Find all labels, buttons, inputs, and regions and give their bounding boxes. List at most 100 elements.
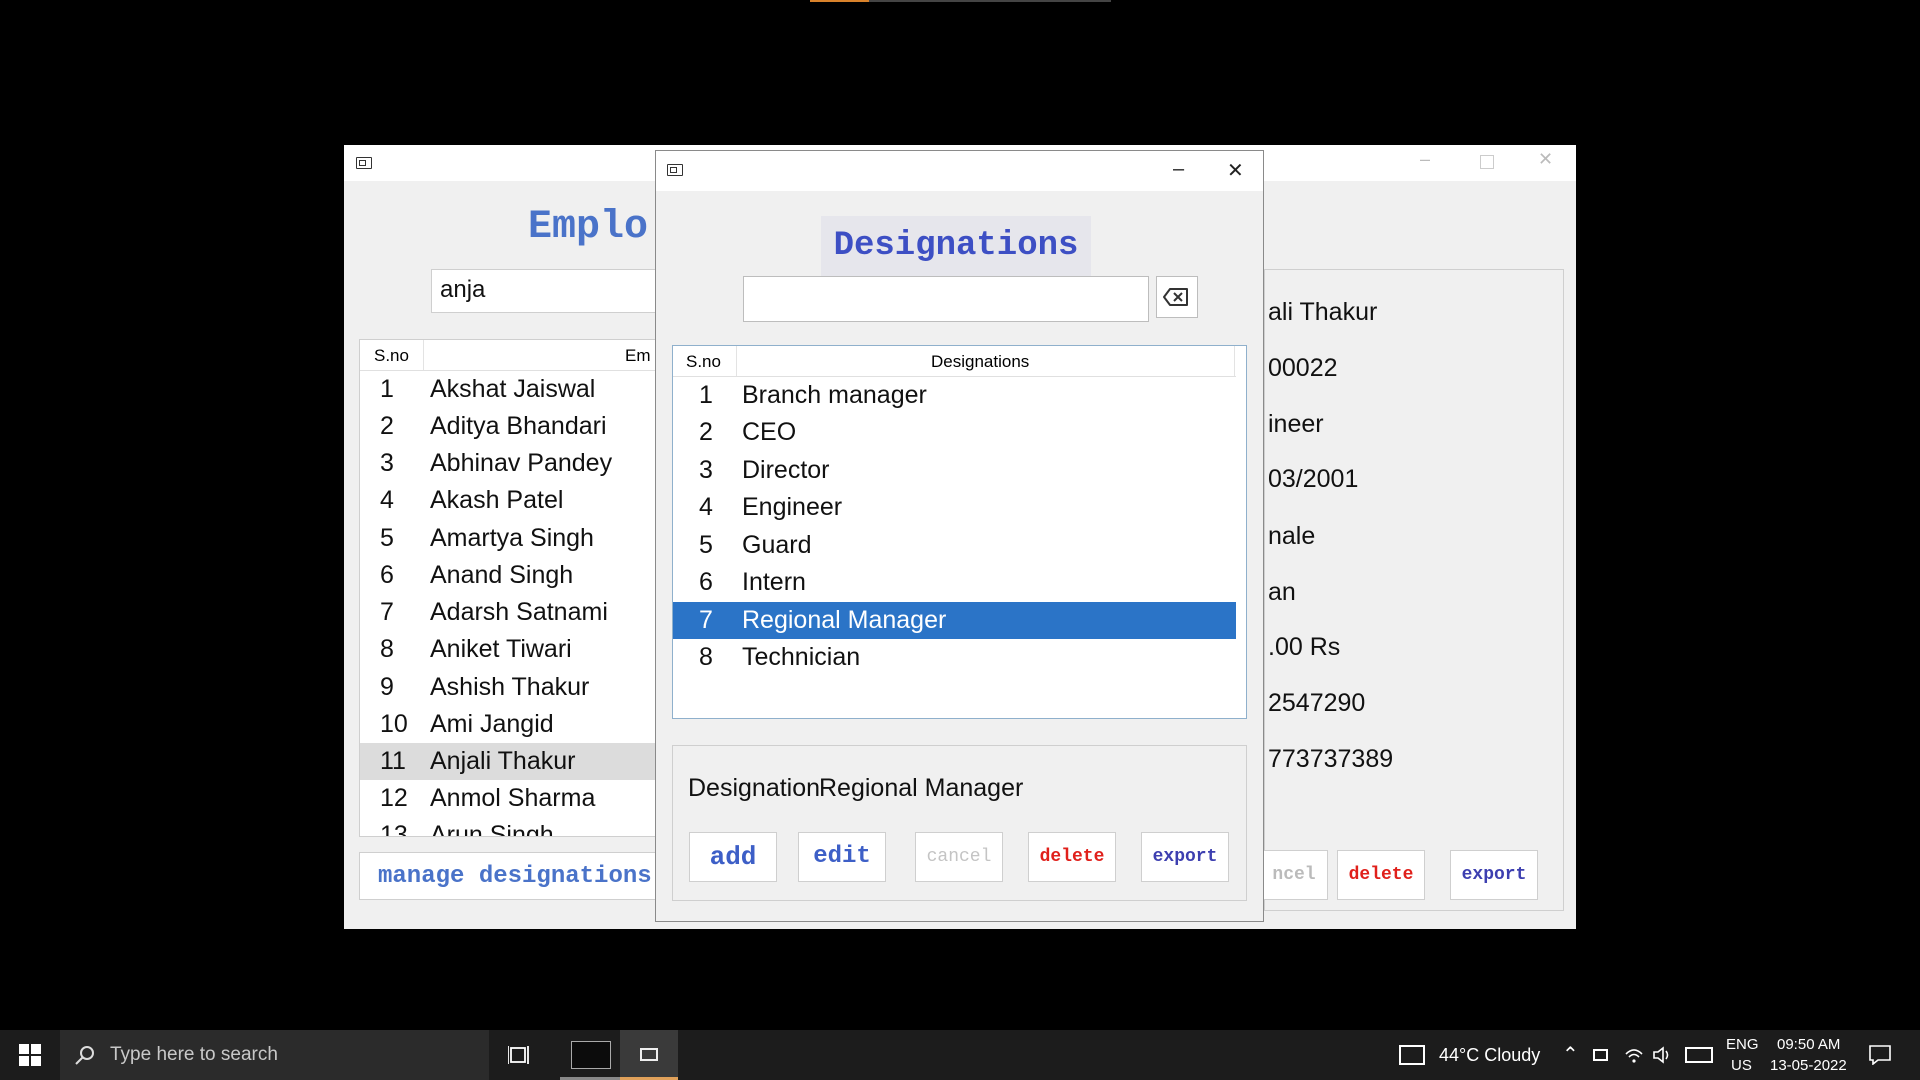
volume-icon[interactable] [1652,1046,1674,1064]
list-item[interactable]: 8 Technician [673,639,1236,676]
row-sno: 9 [380,673,394,701]
language-top[interactable]: ENG [1726,1036,1759,1053]
wifi-icon[interactable] [1624,1046,1644,1064]
table-row[interactable]: 9 Ashish Thakur [360,669,680,706]
list-item[interactable]: 5 Guard [673,527,1236,564]
task-view-icon[interactable] [508,1044,532,1066]
minimize-icon[interactable]: – [1420,149,1430,170]
keyboard-icon[interactable] [1685,1047,1713,1063]
table-row[interactable]: 1 Akshat Jaiswal [360,371,680,408]
notifications-icon[interactable] [1869,1045,1891,1065]
row-name: Adarsh Satnami [430,598,608,626]
close-icon[interactable]: ✕ [1227,158,1244,183]
list-item-selected[interactable]: 7 Regional Manager [673,602,1236,639]
clock-time[interactable]: 09:50 AM [1777,1036,1840,1053]
taskbar-search-box[interactable]: Type here to search [60,1030,489,1080]
edit-button[interactable]: edit [798,832,886,882]
add-button[interactable]: add [689,832,777,882]
language-bottom[interactable]: US [1731,1057,1752,1074]
column-header-designations[interactable]: Designations [931,352,1029,372]
clock-date[interactable]: 13-05-2022 [1770,1057,1847,1074]
row-sno: 11 [380,747,406,775]
delete-button-bg[interactable]: delete [1337,850,1425,900]
designations-dialog: – ✕ Designations S.no Designations 1 Bran… [655,150,1264,922]
row-name: Akash Patel [430,486,564,514]
designation-value: Regional Manager [819,774,1024,802]
maximize-icon[interactable] [1480,155,1494,169]
cancel-button-bg[interactable]: ncel [1260,850,1328,900]
row-name: Anjali Thakur [430,747,576,775]
cancel-button[interactable]: cancel [915,832,1003,882]
row-name: Abhinav Pandey [430,449,613,477]
table-row-selected[interactable]: 11 Anjali Thakur [360,743,680,780]
backspace-clear-icon [1163,288,1188,306]
table-row[interactable]: 8 Aniket Tiwari [360,631,680,668]
taskbar-app-employee[interactable] [620,1030,678,1080]
designation-search-input[interactable] [743,276,1149,322]
column-header-sno[interactable]: S.no [686,352,721,372]
table-row[interactable]: 6 Anand Singh [360,557,680,594]
row-sno: 3 [699,456,713,484]
column-divider [1234,346,1235,376]
taskbar: Type here to search 44°C Cloudy ⌃ ENG US… [0,1030,1920,1080]
table-row[interactable]: 10 Ami Jangid [360,706,680,743]
detail-employee-id: 00022 [1268,354,1338,382]
designations-table[interactable]: S.no Designations 1 Branch manager 2 CEO 3… [672,345,1247,719]
clear-search-button[interactable] [1156,276,1198,318]
taskbar-app-terminal[interactable] [560,1030,620,1080]
table-row[interactable]: 12 Anmol Sharma [360,780,680,817]
app-icon [356,157,372,169]
search-icon [75,1046,94,1065]
start-button[interactable] [0,1030,60,1080]
detail-dob: 03/2001 [1268,465,1359,493]
terminal-icon [571,1041,611,1069]
weather-icon[interactable] [1399,1045,1425,1065]
weather-text[interactable]: 44°C Cloudy [1439,1045,1540,1066]
row-sno: 7 [380,598,394,626]
table-row[interactable]: 7 Adarsh Satnami [360,594,680,631]
minimize-icon[interactable]: – [1173,158,1184,181]
column-header-sno[interactable]: S.no [374,346,409,366]
row-sno: 6 [699,568,713,596]
row-sno: 2 [699,418,713,446]
row-name: Branch manager [742,381,927,409]
column-header-employee[interactable]: Em [625,346,651,366]
table-row[interactable]: 5 Amartya Singh [360,520,680,557]
row-sno: 5 [380,524,394,552]
row-sno: 1 [699,381,713,409]
list-item[interactable]: 6 Intern [673,564,1236,601]
export-button[interactable]: export [1141,832,1229,882]
manage-designations-button[interactable]: manage designations [359,852,679,900]
table-row[interactable]: 4 Akash Patel [360,482,680,519]
top-accent-bar [810,0,869,2]
table-row[interactable]: 3 Abhinav Pandey [360,445,680,482]
chevron-up-icon[interactable]: ⌃ [1562,1042,1579,1067]
row-sno: 8 [699,643,713,671]
row-sno: 1 [380,375,394,403]
table-row[interactable]: 2 Aditya Bhandari [360,408,680,445]
row-sno: 6 [380,561,394,589]
employee-search-input[interactable]: anja [431,269,691,313]
detail-name: ali Thakur [1268,298,1378,326]
table-row[interactable]: 13 Arun Singh [360,817,680,836]
row-sno: 7 [699,606,713,634]
list-item[interactable]: 1 Branch manager [673,377,1236,414]
row-sno: 4 [699,493,713,521]
list-item[interactable]: 2 CEO [673,414,1236,451]
list-item[interactable]: 3 Director [673,452,1236,489]
row-sno: 10 [380,710,408,738]
export-button-bg[interactable]: export [1450,850,1538,900]
designations-table-header: S.no Designations [673,346,1236,377]
battery-icon[interactable] [1593,1049,1608,1061]
row-sno: 3 [380,449,394,477]
row-name: Amartya Singh [430,524,594,552]
row-name: Intern [742,568,806,596]
close-icon[interactable]: ✕ [1538,149,1553,170]
designation-label: Designation [688,774,821,802]
delete-button[interactable]: delete [1028,832,1116,882]
list-item[interactable]: 4 Engineer [673,489,1236,526]
dialog-titlebar: – ✕ [656,151,1263,191]
employee-table-header: S.no Em [360,340,680,371]
employee-table[interactable]: S.no Em 1 Akshat Jaiswal 2 Aditya Bhandari… [359,339,681,837]
row-sno: 12 [380,784,408,812]
